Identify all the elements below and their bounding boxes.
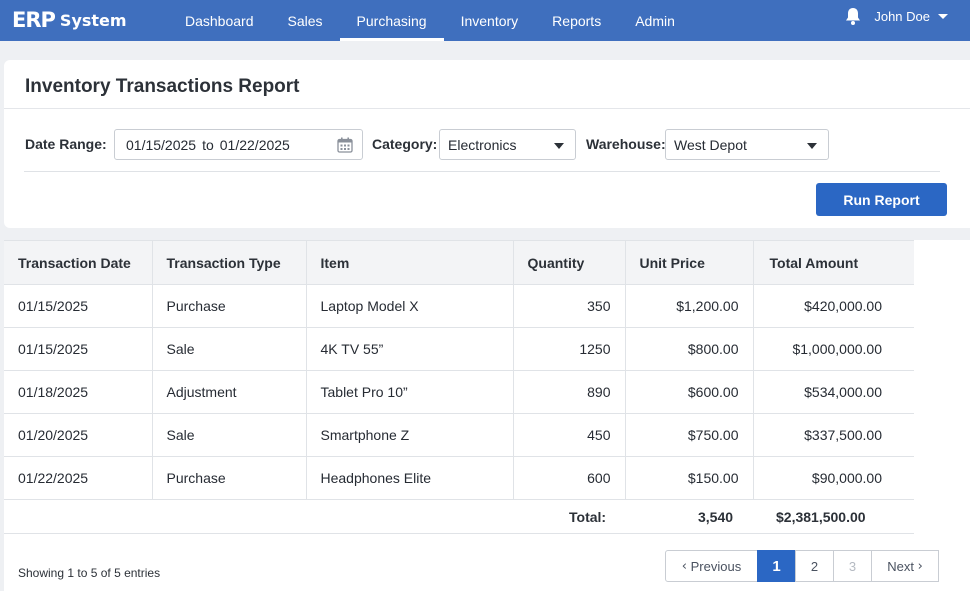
nav-item-inventory[interactable]: Inventory	[444, 0, 536, 41]
cell-type: Sale	[152, 413, 307, 457]
column-header-transaction-date[interactable]: Transaction Date	[4, 240, 153, 285]
nav-item-admin[interactable]: Admin	[618, 0, 692, 41]
pagination: ‹ Previous 1 2 3 Next ›	[665, 550, 939, 582]
logo-word: System	[59, 10, 127, 30]
category-label: Category:	[372, 136, 438, 152]
bell-icon[interactable]	[843, 6, 863, 26]
report-card: Inventory Transactions Report Date Range…	[4, 60, 970, 228]
divider	[4, 108, 970, 109]
cell-quantity: 350	[513, 284, 626, 328]
cell-date: 01/15/2025	[4, 327, 153, 371]
chevron-down-icon	[554, 143, 564, 149]
transactions-table: Transaction Date Transaction Type Item Q…	[4, 240, 914, 500]
cell-item: Smartphone Z	[306, 413, 514, 457]
next-page-button[interactable]: Next ›	[871, 550, 939, 582]
page-3-button[interactable]: 3	[833, 550, 872, 582]
page-2-button[interactable]: 2	[795, 550, 834, 582]
table-row[interactable]: 01/22/2025 Purchase Headphones Elite 600…	[4, 456, 914, 500]
chevron-down-icon	[938, 13, 948, 19]
date-range-input[interactable]: 01/15/2025 to 01/22/2025	[114, 129, 363, 160]
run-report-button[interactable]: Run Report	[816, 183, 947, 216]
table-header-row: Transaction Date Transaction Type Item Q…	[4, 240, 914, 285]
calendar-icon[interactable]	[337, 137, 353, 153]
results-panel: Transaction Date Transaction Type Item Q…	[4, 240, 970, 591]
nav-item-reports[interactable]: Reports	[535, 0, 618, 41]
cell-quantity: 1250	[513, 327, 626, 371]
date-range-label: Date Range:	[25, 136, 107, 152]
chevron-right-icon: ›	[917, 558, 923, 574]
user-menu[interactable]: John Doe	[843, 0, 948, 32]
cell-total-amount: $90,000.00	[753, 456, 914, 500]
cell-total-amount: $534,000.00	[753, 370, 914, 414]
nav-item-purchasing[interactable]: Purchasing	[339, 0, 444, 41]
column-header-transaction-type[interactable]: Transaction Type	[152, 240, 307, 285]
cell-total-amount: $420,000.00	[753, 284, 914, 328]
chevron-left-icon: ‹	[681, 558, 687, 574]
divider	[24, 171, 940, 172]
previous-label: Previous	[690, 558, 742, 574]
category-select[interactable]: Electronics	[439, 129, 576, 160]
date-to-value: 01/22/2025	[219, 136, 290, 153]
cell-date: 01/18/2025	[4, 370, 153, 414]
cell-total-amount: $1,000,000.00	[753, 327, 914, 371]
table-row[interactable]: 01/15/2025 Sale 4K TV 55” 1250 $800.00 $…	[4, 327, 914, 371]
cell-unit-price: $800.00	[625, 327, 754, 371]
nav-item-dashboard[interactable]: Dashboard	[168, 0, 271, 41]
previous-page-button[interactable]: ‹ Previous	[665, 550, 758, 582]
cell-quantity: 450	[513, 413, 626, 457]
nav-item-sales[interactable]: Sales	[271, 0, 340, 41]
cell-type: Sale	[152, 327, 307, 371]
totals-row: Total: 3,540 $2,381,500.00	[4, 498, 914, 534]
table-row[interactable]: 01/20/2025 Sale Smartphone Z 450 $750.00…	[4, 413, 914, 457]
column-header-total-amount[interactable]: Total Amount	[753, 240, 914, 285]
main-nav: Dashboard Sales Purchasing Inventory Rep…	[168, 0, 692, 41]
chevron-down-icon	[807, 143, 817, 149]
entries-summary: Showing 1 to 5 of 5 entries	[18, 566, 161, 580]
cell-item: 4K TV 55”	[306, 327, 514, 371]
cell-type: Purchase	[152, 456, 307, 500]
cell-item: Headphones Elite	[306, 456, 514, 500]
warehouse-select[interactable]: West Depot	[665, 129, 829, 160]
cell-unit-price: $1,200.00	[625, 284, 754, 328]
table-row[interactable]: 01/15/2025 Purchase Laptop Model X 350 $…	[4, 284, 914, 328]
page-title: Inventory Transactions Report	[25, 76, 300, 97]
cell-date: 01/15/2025	[4, 284, 153, 328]
cell-type: Purchase	[152, 284, 307, 328]
column-header-item[interactable]: Item	[306, 240, 514, 285]
warehouse-label: Warehouse:	[586, 136, 666, 152]
logo-mark: ERP	[12, 8, 56, 32]
page-1-button[interactable]: 1	[757, 550, 796, 582]
cell-date: 01/22/2025	[4, 456, 153, 500]
date-from-value: 01/15/2025	[126, 136, 197, 153]
cell-quantity: 890	[513, 370, 626, 414]
cell-total-amount: $337,500.00	[753, 413, 914, 457]
cell-quantity: 600	[513, 456, 626, 500]
top-nav-bar: ERP System Dashboard Sales Purchasing In…	[0, 0, 970, 41]
cell-date: 01/20/2025	[4, 413, 153, 457]
totals-quantity: 3,540	[698, 509, 734, 525]
cell-unit-price: $600.00	[625, 370, 754, 414]
table-row[interactable]: 01/18/2025 Adjustment Tablet Pro 10” 890…	[4, 370, 914, 414]
cell-unit-price: $150.00	[625, 456, 754, 500]
user-name: John Doe	[874, 8, 930, 24]
column-header-unit-price[interactable]: Unit Price	[625, 240, 754, 285]
cell-type: Adjustment	[152, 370, 307, 414]
next-label: Next	[887, 558, 914, 574]
app-logo[interactable]: ERP System	[12, 6, 127, 34]
category-value: Electronics	[448, 136, 517, 153]
cell-item: Tablet Pro 10”	[306, 370, 514, 414]
totals-amount: $2,381,500.00	[776, 509, 866, 525]
warehouse-value: West Depot	[674, 136, 747, 153]
cell-unit-price: $750.00	[625, 413, 754, 457]
date-to-word: to	[202, 136, 214, 153]
totals-label: Total:	[569, 509, 607, 525]
cell-item: Laptop Model X	[306, 284, 514, 328]
column-header-quantity[interactable]: Quantity	[513, 240, 626, 285]
